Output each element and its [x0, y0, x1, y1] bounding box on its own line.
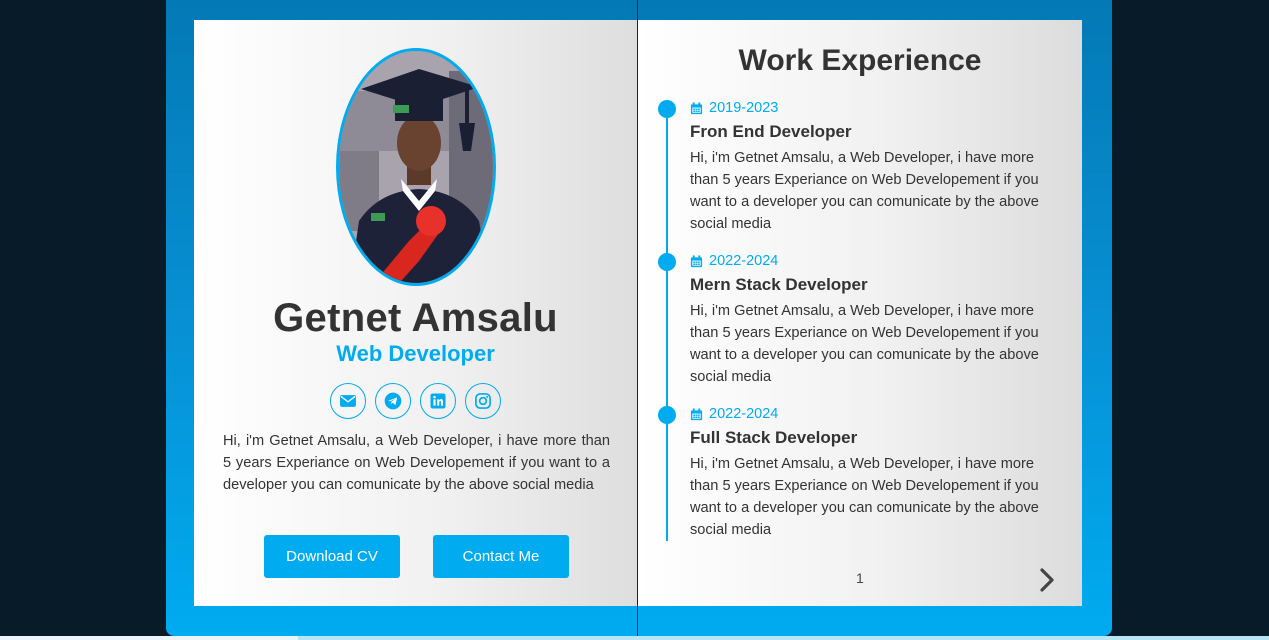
calendar-icon	[690, 101, 703, 114]
entry-date: 2022-2024	[690, 406, 778, 422]
entry-title: Mern Stack Developer	[690, 275, 868, 294]
entry-date-text: 2019-2023	[709, 100, 779, 116]
entry-title: Fron End Developer	[690, 122, 852, 141]
calendar-icon	[690, 407, 703, 420]
page-number: 1	[856, 570, 864, 586]
section-title: Work Experience	[738, 44, 982, 77]
telegram-link[interactable]	[375, 383, 411, 419]
download-cv-button[interactable]: Download CV	[264, 535, 400, 578]
linkedin-link[interactable]	[420, 383, 456, 419]
book-spine	[637, 0, 638, 636]
instagram-link[interactable]	[465, 383, 501, 419]
graduate-portrait-image	[339, 51, 493, 283]
experience-page: Work Experience 2019-2023 Fron End Devel…	[638, 20, 1082, 606]
profile-page: Getnet Amsalu Web Developer Hi, i'm Getn…	[194, 20, 637, 606]
timeline-dot	[658, 253, 676, 271]
entry-date-text: 2022-2024	[709, 406, 779, 422]
entry-date: 2019-2023	[690, 100, 778, 116]
envelope-icon	[340, 395, 356, 407]
chevron-right-icon	[1040, 568, 1054, 592]
email-link[interactable]	[330, 383, 366, 419]
entry-description: Hi, i'm Getnet Amsalu, a Web Developer, …	[690, 150, 1039, 232]
telegram-icon	[384, 392, 402, 410]
profile-bio: Hi, i'm Getnet Amsalu, a Web Developer, …	[223, 433, 610, 493]
entry-title: Full Stack Developer	[690, 428, 858, 447]
entry-date: 2022-2024	[690, 253, 778, 269]
timeline-dot	[658, 100, 676, 118]
instagram-icon	[475, 393, 491, 409]
social-links	[194, 383, 637, 419]
linkedin-icon	[430, 393, 446, 409]
profile-role: Web Developer	[336, 341, 495, 366]
timeline-line	[666, 108, 668, 541]
bottom-strip	[0, 636, 1269, 640]
entry-description: Hi, i'm Getnet Amsalu, a Web Developer, …	[690, 456, 1039, 538]
calendar-icon	[690, 254, 703, 267]
next-page-button[interactable]	[1037, 567, 1057, 593]
timeline-dot	[658, 406, 676, 424]
entry-description: Hi, i'm Getnet Amsalu, a Web Developer, …	[690, 303, 1039, 385]
entry-date-text: 2022-2024	[709, 253, 779, 269]
profile-name: Getnet Amsalu	[273, 296, 558, 340]
avatar	[336, 48, 496, 286]
contact-me-button[interactable]: Contact Me	[433, 535, 569, 578]
